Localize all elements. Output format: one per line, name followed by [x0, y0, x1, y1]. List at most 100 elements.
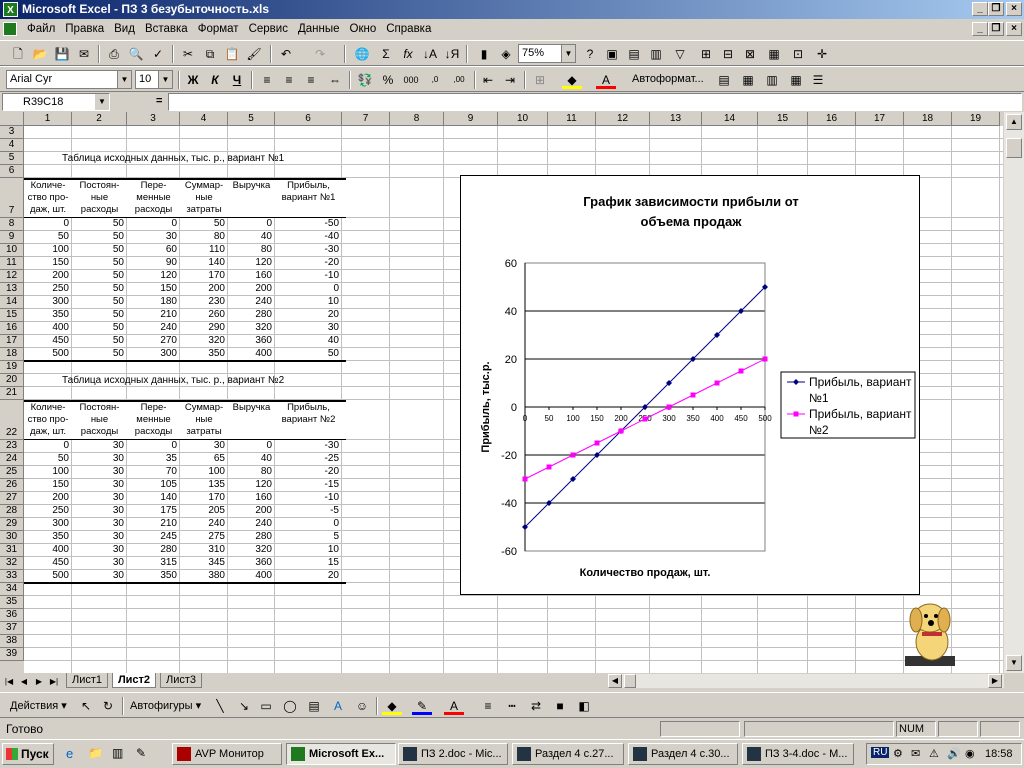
table-cell[interactable]: 50 [72, 322, 124, 334]
help-icon[interactable]: ? [580, 45, 600, 63]
tab-next-button[interactable]: ▶ [32, 675, 46, 688]
table-cell[interactable]: 100 [24, 244, 69, 256]
bold-button[interactable]: Ж [183, 71, 203, 89]
copy-icon[interactable]: ⧉ [200, 45, 220, 63]
row-header[interactable]: 28 [0, 505, 24, 518]
table-cell[interactable]: -5 [275, 505, 339, 517]
tab-sheet[interactable]: Лист1 [66, 673, 108, 688]
formula-input[interactable] [168, 93, 1022, 111]
table-cell[interactable]: 0 [275, 518, 339, 530]
table-cell[interactable]: 30 [72, 518, 124, 530]
chevron-down-icon[interactable]: ▼ [158, 71, 172, 88]
arrow-icon[interactable]: ↘ [234, 697, 254, 715]
chevron-down-icon[interactable]: ▼ [561, 45, 575, 62]
toolbar-btn-f-icon[interactable]: ⊠ [740, 45, 760, 63]
doc-restore-button[interactable]: ❐ [988, 22, 1004, 36]
menu-item[interactable]: Файл [22, 19, 60, 40]
table-cell[interactable]: 205 [180, 505, 225, 517]
tab-first-button[interactable]: |◀ [2, 675, 16, 688]
line-color-icon[interactable]: ✎ [412, 697, 432, 715]
autoshapes-menu[interactable]: Автофигуры ▾ [130, 699, 201, 712]
table-cell[interactable]: 160 [228, 270, 272, 282]
quicklaunch-pen-icon[interactable]: ✎ [136, 746, 152, 762]
row-header[interactable]: 9 [0, 231, 24, 244]
table-cell[interactable]: 310 [180, 544, 225, 556]
tray-icon-e[interactable]: ◉ [965, 747, 975, 760]
table-cell[interactable]: 350 [24, 531, 69, 543]
align-center-icon[interactable]: ≡ [279, 71, 299, 89]
table-cell[interactable]: 10 [275, 544, 339, 556]
zoom-select[interactable]: 75% ▼ [518, 44, 576, 63]
taskbar-button[interactable]: ПЗ 2.doc - Mic... [398, 743, 508, 765]
table-cell[interactable]: -20 [275, 257, 339, 269]
table-cell[interactable]: 280 [228, 309, 272, 321]
table-cell[interactable]: 30 [72, 492, 124, 504]
row-header[interactable]: 4 [0, 139, 24, 152]
name-box[interactable]: R39C18 ▼ [2, 93, 110, 111]
table-cell[interactable]: 0 [228, 218, 272, 230]
table-cell[interactable]: -30 [275, 440, 339, 452]
table-cell[interactable]: 80 [228, 466, 272, 478]
column-header[interactable]: 7 [342, 112, 390, 126]
table-cell[interactable]: 360 [228, 335, 272, 347]
row-header[interactable]: 23 [0, 440, 24, 453]
arrow-style-icon[interactable]: ⇄ [526, 697, 546, 715]
tab-sheet[interactable]: Лист3 [160, 673, 202, 688]
doc-close-button[interactable]: × [1006, 22, 1022, 36]
cut-icon[interactable]: ✂ [178, 45, 198, 63]
table-cell[interactable]: 120 [228, 479, 272, 491]
table-cell[interactable]: 30 [72, 557, 124, 569]
toolbar-btn-j-icon[interactable]: ▦ [738, 71, 758, 89]
row-header[interactable]: 26 [0, 479, 24, 492]
table-cell[interactable]: 90 [127, 257, 177, 269]
toolbar-btn-a-icon[interactable]: ▣ [602, 45, 622, 63]
table-cell[interactable]: 200 [228, 283, 272, 295]
taskbar-button[interactable]: Раздел 4 с.30... [628, 743, 738, 765]
quicklaunch-ie-icon[interactable]: e [66, 746, 82, 762]
table-cell[interactable]: 120 [127, 270, 177, 282]
tab-sheet[interactable]: Лист2 [112, 673, 156, 688]
table-cell[interactable]: -20 [275, 466, 339, 478]
table-cell[interactable]: 50 [72, 283, 124, 295]
table-cell[interactable]: 70 [127, 466, 177, 478]
table-cell[interactable]: 50 [72, 231, 124, 243]
table-cell[interactable]: 50 [72, 309, 124, 321]
row-header[interactable]: 12 [0, 270, 24, 283]
table-cell[interactable]: -10 [275, 270, 339, 282]
column-header[interactable]: 2 [72, 112, 127, 126]
table-cell[interactable]: 315 [127, 557, 177, 569]
row-header[interactable]: 27 [0, 492, 24, 505]
table-cell[interactable]: 245 [127, 531, 177, 543]
row-header[interactable]: 16 [0, 322, 24, 335]
row-header[interactable]: 5 [0, 152, 24, 165]
scroll-up-button[interactable]: ▲ [1006, 114, 1022, 130]
column-header[interactable]: 3 [127, 112, 180, 126]
table-cell[interactable]: 300 [24, 518, 69, 530]
table-cell[interactable]: 450 [24, 335, 69, 347]
dash-style-icon[interactable]: ┅ [502, 697, 522, 715]
fill-color-icon[interactable]: ◆ [562, 71, 582, 89]
gridlines-icon[interactable]: ▦ [764, 45, 784, 63]
row-header[interactable]: 35 [0, 596, 24, 609]
3d-icon[interactable]: ◧ [574, 697, 594, 715]
table-cell[interactable]: 345 [180, 557, 225, 569]
table-cell[interactable]: 65 [180, 453, 225, 465]
table-cell[interactable]: 400 [228, 570, 272, 582]
table-cell[interactable]: 400 [24, 322, 69, 334]
thousands-icon[interactable]: 000 [401, 71, 421, 89]
table-cell[interactable]: 50 [72, 348, 124, 360]
table-cell[interactable]: 200 [228, 505, 272, 517]
row-header[interactable]: 19 [0, 361, 24, 374]
table-cell[interactable]: 320 [228, 322, 272, 334]
increase-decimal-icon[interactable]: ,0 [425, 71, 445, 89]
column-header[interactable]: 16 [808, 112, 856, 126]
autosum-icon[interactable]: Σ [376, 45, 396, 63]
table-cell[interactable]: 350 [127, 570, 177, 582]
redo-icon[interactable]: ↷ [310, 45, 330, 63]
chevron-down-icon[interactable]: ▼ [95, 94, 109, 110]
row-header[interactable]: 3 [0, 126, 24, 139]
map-icon[interactable]: ◈ [496, 45, 516, 63]
chart-area[interactable]: График зависимости прибыли от объема прод… [460, 175, 920, 595]
toolbar-btn-d-icon[interactable]: ⊞ [696, 45, 716, 63]
save-icon[interactable]: 💾 [52, 45, 72, 63]
